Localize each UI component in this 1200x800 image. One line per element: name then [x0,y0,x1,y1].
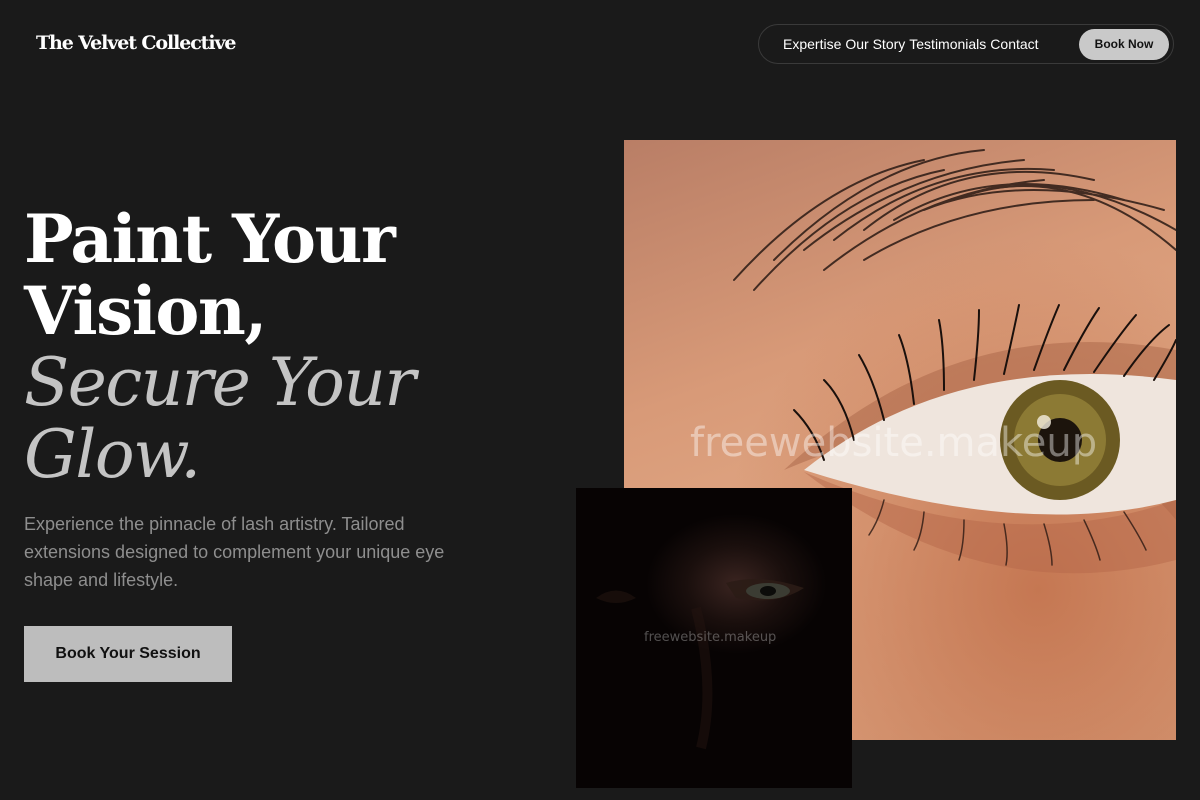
shadowed-face-photo: freewebsite.makeup [576,488,852,788]
nav-links: Expertise Our Story Testimonials Contact [783,36,1039,52]
nav-link-our-story[interactable]: Our Story [845,36,905,52]
hero-subtitle: Experience the pinnacle of lash artistry… [24,514,445,590]
nav-link-expertise[interactable]: Expertise [783,36,841,52]
eye-sclera [804,374,1176,515]
brand-logo[interactable]: The Velvet Collective [36,32,236,54]
hero-title-line-1: Paint Your [24,200,396,278]
nav-link-contact[interactable]: Contact [990,36,1038,52]
hero-title-italic-line-2: Glow. [24,416,201,493]
hero-title-line-2: Vision, [24,272,267,350]
hero-title: Paint Your Vision, Secure Your Glow. [24,200,416,493]
book-now-button[interactable]: Book Now [1079,28,1169,60]
shadowed-face-illustration [596,579,804,750]
eyebrow-strokes [733,149,1176,291]
main-nav: Expertise Our Story Testimonials Contact… [758,24,1174,64]
nav-link-testimonials[interactable]: Testimonials [909,36,986,52]
book-session-button[interactable]: Book Your Session [24,626,232,682]
hero-title-italic-line-1: Secure Your [24,344,416,421]
